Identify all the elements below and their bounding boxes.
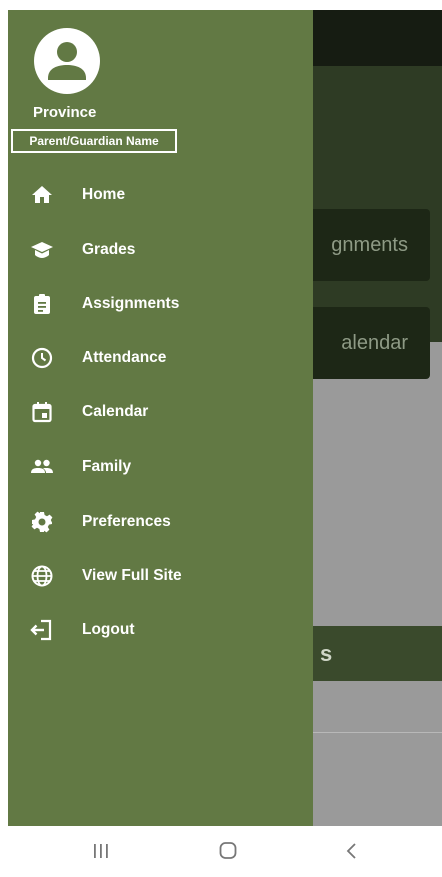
menu-item-label: Family <box>82 458 132 475</box>
menu-item-label: Assignments <box>82 295 180 312</box>
graduation-cap-icon <box>31 242 53 258</box>
menu-item-view-full-site[interactable]: View Full Site <box>8 551 313 601</box>
background-card-label: gnments <box>331 234 408 256</box>
menu-item-family[interactable]: Family <box>8 442 313 492</box>
app-screen: gnments alendar s Province Parent/Guardi… <box>0 0 442 877</box>
menu-item-label: Preferences <box>82 513 171 530</box>
menu-item-preferences[interactable]: Preferences <box>8 497 313 547</box>
system-navigation-bar <box>0 826 442 877</box>
clipboard-icon <box>34 294 50 314</box>
calendar-icon <box>32 402 52 423</box>
clock-icon <box>31 347 53 369</box>
logout-icon <box>30 619 52 641</box>
gear-icon <box>31 511 53 533</box>
menu-item-label: Calendar <box>82 403 149 420</box>
menu-item-label: View Full Site <box>82 567 182 584</box>
menu-item-logout[interactable]: Logout <box>8 605 313 655</box>
avatar-icon <box>34 28 100 94</box>
menu-item-label: Logout <box>82 621 135 638</box>
menu-item-calendar[interactable]: Calendar <box>8 387 313 437</box>
home-icon <box>32 186 52 203</box>
menu-item-home[interactable]: Home <box>8 170 313 220</box>
menu-item-label: Home <box>82 186 126 203</box>
home-button-icon[interactable] <box>213 838 243 864</box>
back-icon[interactable] <box>337 838 367 864</box>
guardian-name: Parent/Guardian Name <box>11 129 177 153</box>
profile-name: Province <box>33 104 97 121</box>
menu-item-grades[interactable]: Grades <box>8 225 313 275</box>
background-section-label: s <box>320 641 333 666</box>
menu-item-assignments[interactable]: Assignments <box>8 279 313 329</box>
background-card-label: alendar <box>341 332 408 354</box>
globe-icon <box>31 565 53 587</box>
menu-item-label: Attendance <box>82 349 167 366</box>
people-icon <box>31 459 53 473</box>
menu-item-label: Grades <box>82 241 136 258</box>
navigation-drawer: Province Parent/Guardian Name Home Grade… <box>8 10 313 826</box>
recent-apps-icon[interactable] <box>86 838 116 864</box>
menu-item-attendance[interactable]: Attendance <box>8 333 313 383</box>
